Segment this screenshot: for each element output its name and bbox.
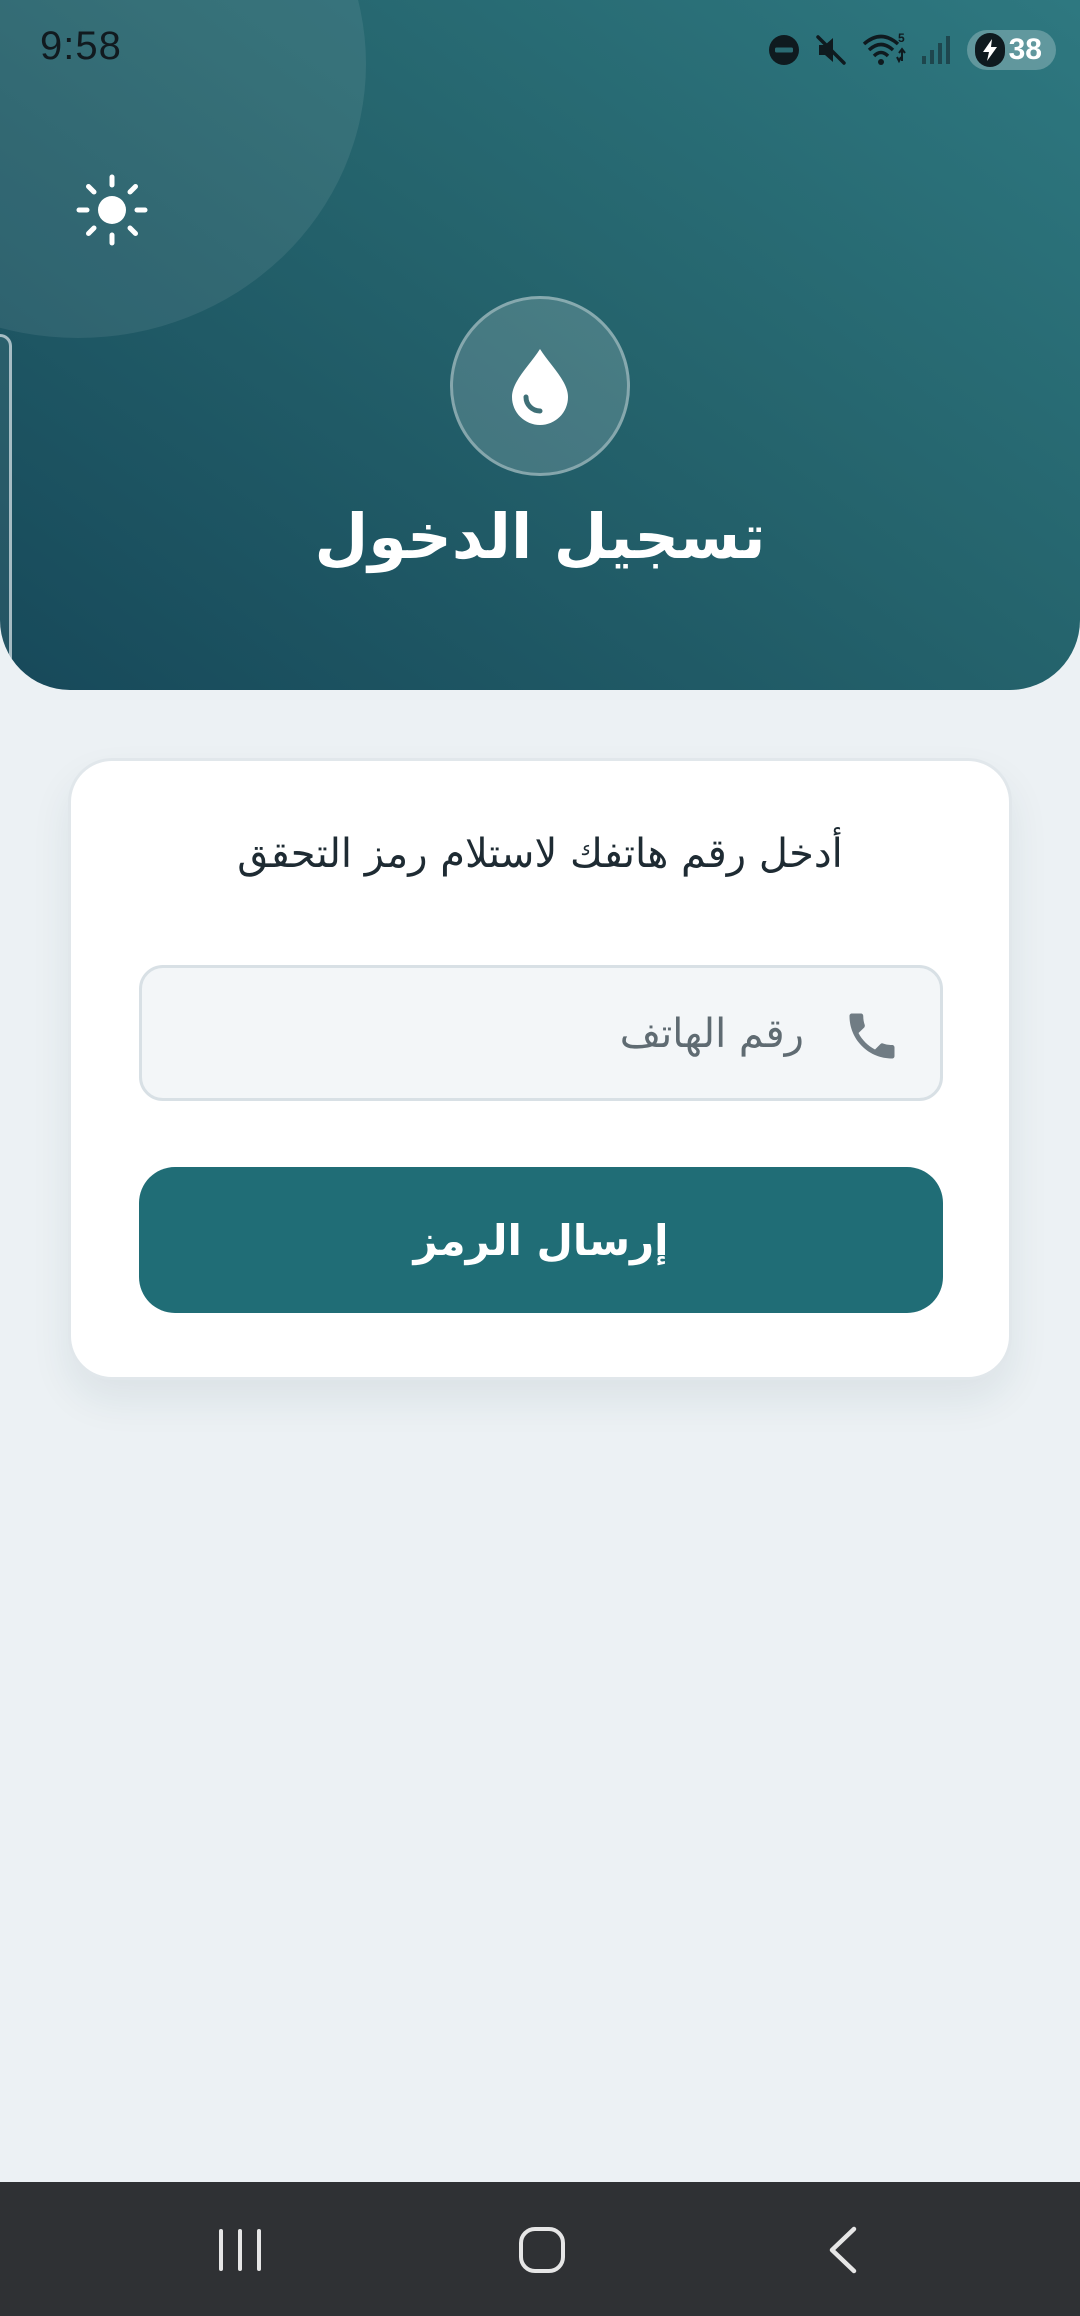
send-code-button[interactable]: إرسال الرمز [139,1167,943,1313]
home-button[interactable] [502,2218,582,2282]
app-logo [450,296,630,476]
theme-toggle-button[interactable] [76,174,148,246]
navigation-bar [0,2182,1080,2316]
status-time: 9:58 [40,24,122,68]
phone-icon [849,1013,895,1059]
svg-text:5: 5 [898,31,905,45]
header: 9:58 5 38 تسجيل الدخول [0,0,1080,690]
phone-field[interactable] [139,965,943,1101]
status-bar: 9:58 5 38 [0,0,1080,104]
phone-input[interactable] [244,992,804,1076]
water-drop-icon [512,349,568,425]
battery-indicator: 38 [966,30,1056,70]
instruction-text: أدخل رقم هاتفك لاستلام رمز التحقق [237,831,843,877]
home-icon [519,2227,565,2273]
page-title: تسجيل الدخول [314,500,766,573]
back-icon [829,2226,857,2274]
recent-apps-icon [219,2229,261,2271]
wifi-icon: 5 [862,31,906,65]
sun-icon [76,174,148,246]
status-icons: 5 38 [767,30,1056,70]
back-button[interactable] [804,2218,884,2282]
battery-charging-icon [974,33,1005,67]
login-card: أدخل رقم هاتفك لاستلام رمز التحقق إرسال … [68,758,1012,1380]
login-screen: 9:58 5 38 تسجيل الدخول أدخل رقم هاتفك لا… [0,0,1080,2316]
mute-icon [815,35,846,65]
recent-apps-button[interactable] [200,2218,280,2282]
battery-level: 38 [1008,33,1042,66]
do-not-disturb-icon [768,35,799,65]
signal-icon [921,36,950,64]
